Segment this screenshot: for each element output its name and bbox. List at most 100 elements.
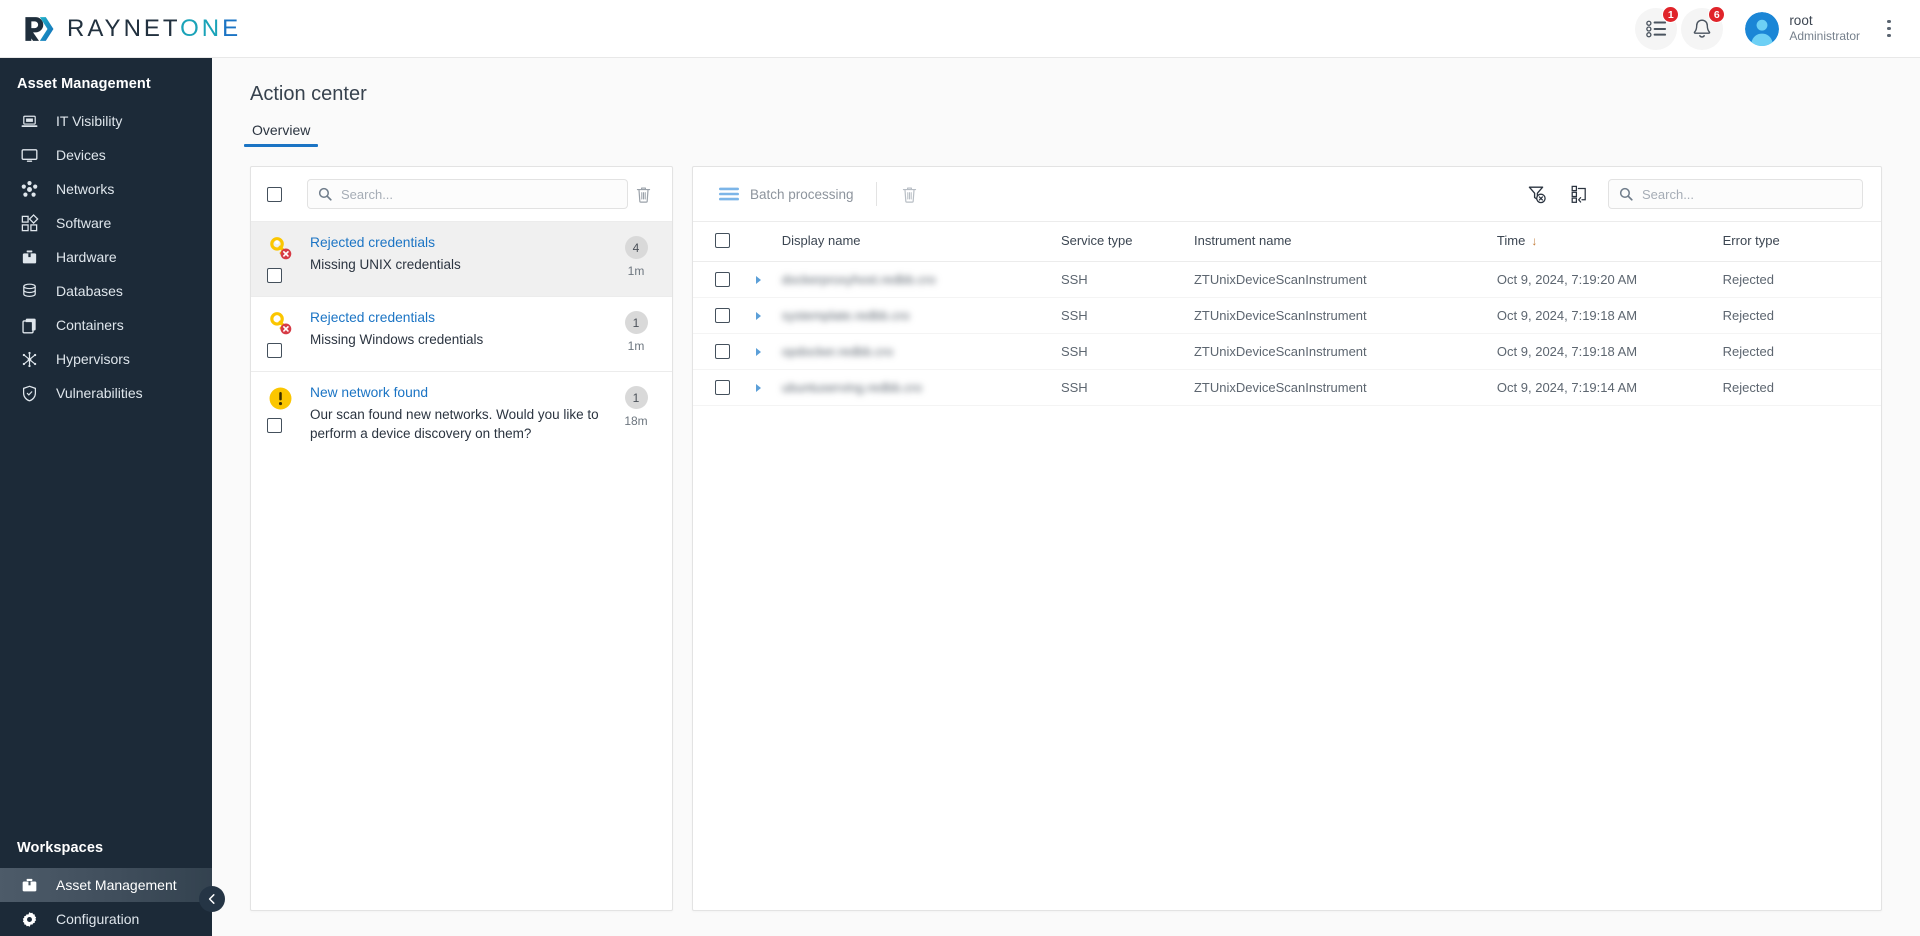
details-delete-button[interactable] <box>895 179 925 209</box>
alert-checkbox[interactable] <box>267 418 282 433</box>
sidebar-item-it-visibility[interactable]: IT Visibility <box>0 104 212 138</box>
alert-left-col <box>267 310 310 358</box>
user-menu[interactable]: root Administrator <box>1745 11 1860 46</box>
alert-item[interactable]: Rejected credentials Missing Windows cre… <box>251 296 672 371</box>
row-select-cell <box>693 261 748 298</box>
alerts-select-all-checkbox[interactable] <box>267 186 282 202</box>
alert-meta: 1 18m <box>614 385 658 428</box>
alert-left-col <box>267 385 310 433</box>
brand-part-2: ON <box>180 14 223 42</box>
details-table: Display name Service type Instrument nam… <box>693 221 1881 406</box>
database-icon <box>20 282 39 301</box>
alert-meta: 1 1m <box>614 310 658 353</box>
row-checkbox[interactable] <box>715 380 730 395</box>
cell-service-type: SSH <box>1052 333 1186 370</box>
brand-logo[interactable]: RAYNETONE <box>18 12 241 46</box>
user-info: root Administrator <box>1789 13 1860 43</box>
row-select-cell <box>693 297 748 334</box>
batch-processing-label: Batch processing <box>750 186 854 202</box>
th-expander <box>747 221 774 262</box>
alert-item[interactable]: Rejected credentials Missing UNIX creden… <box>251 221 672 296</box>
sidebar-item-asset-management[interactable]: Asset Management <box>0 868 212 902</box>
sidebar-item-hardware[interactable]: Hardware <box>0 240 212 274</box>
alerts-search-box[interactable] <box>307 179 628 209</box>
tasks-button[interactable]: 1 <box>1635 5 1680 50</box>
th-error-type[interactable]: Error type <box>1714 221 1881 262</box>
sidebar-item-hypervisors[interactable]: Hypervisors <box>0 342 212 376</box>
th-display-name[interactable]: Display name <box>773 221 1053 262</box>
kebab-menu-icon[interactable] <box>1876 12 1902 46</box>
laptop-icon <box>20 112 39 131</box>
th-service-type[interactable]: Service type <box>1052 221 1186 262</box>
th-instrument-name[interactable]: Instrument name <box>1185 221 1489 262</box>
sidebar-item-label: Asset Management <box>56 877 177 893</box>
alert-title[interactable]: Rejected credentials <box>310 310 606 325</box>
cell-time: Oct 9, 2024, 7:19:18 AM <box>1488 297 1715 334</box>
cell-service-type: SSH <box>1052 369 1186 406</box>
alert-title[interactable]: New network found <box>310 385 606 400</box>
page-title: Action center <box>250 83 367 105</box>
sidebar-item-containers[interactable]: Containers <box>0 308 212 342</box>
alerts-delete-button[interactable] <box>628 179 658 209</box>
alert-time: 18m <box>624 414 648 428</box>
clear-filter-button[interactable] <box>1522 179 1552 209</box>
user-role: Administrator <box>1789 29 1860 44</box>
sidebar-item-configuration[interactable]: Configuration <box>0 902 212 936</box>
sidebar-item-label: IT Visibility <box>56 113 123 129</box>
row-checkbox[interactable] <box>715 308 730 323</box>
sidebar-section-title: Asset Management <box>17 76 151 92</box>
alert-description: Missing UNIX credentials <box>310 257 461 272</box>
sidebar-item-databases[interactable]: Databases <box>0 274 212 308</box>
alert-checkbox[interactable] <box>267 268 282 283</box>
th-time[interactable]: Time ↓ <box>1488 221 1715 262</box>
alerts-search-input[interactable] <box>341 186 617 202</box>
table-row[interactable]: opdocker.redbb.cro SSH ZTUnixDeviceScanI… <box>693 333 1881 370</box>
columns-layout-icon <box>1571 185 1586 203</box>
sidebar-item-networks[interactable]: Networks <box>0 172 212 206</box>
table-row[interactable]: ubuntuserving.redbb.cro SSH ZTUnixDevice… <box>693 369 1881 406</box>
details-search-box[interactable] <box>1608 179 1863 209</box>
alert-count-badge: 1 <box>624 386 648 409</box>
tab-overview[interactable]: Overview <box>243 122 319 147</box>
cell-service-type: SSH <box>1052 297 1186 334</box>
cell-time: Oct 9, 2024, 7:19:18 AM <box>1488 333 1715 370</box>
row-checkbox[interactable] <box>715 272 730 287</box>
table-header-row: Display name Service type Instrument nam… <box>693 221 1881 262</box>
expand-row-icon[interactable] <box>755 348 761 356</box>
key-error-icon <box>267 310 294 337</box>
alert-item[interactable]: New network found Our scan found new net… <box>251 371 672 456</box>
alert-body: New network found Our scan found new net… <box>310 385 614 443</box>
table-select-all-checkbox[interactable] <box>715 233 730 248</box>
expand-row-icon[interactable] <box>755 312 761 320</box>
alert-title[interactable]: Rejected credentials <box>310 235 606 250</box>
cell-instrument-name: ZTUnixDeviceScanInstrument <box>1185 333 1489 370</box>
sidebar-collapse-button[interactable] <box>199 886 225 912</box>
sidebar-item-label: Containers <box>56 317 124 333</box>
sidebar-item-label: Networks <box>56 181 115 197</box>
alert-body: Rejected credentials Missing Windows cre… <box>310 310 614 349</box>
sidebar-item-devices[interactable]: Devices <box>0 138 212 172</box>
body: Asset Management IT Visibility Devices N… <box>0 58 1920 936</box>
details-grid-wrapper: Display name Service type Instrument nam… <box>693 221 1881 910</box>
alert-checkbox[interactable] <box>267 343 282 358</box>
expand-row-icon[interactable] <box>755 276 761 284</box>
row-checkbox[interactable] <box>715 344 730 359</box>
table-row[interactable]: dockerproxyhost.redbb.cro SSH ZTUnixDevi… <box>693 261 1881 298</box>
brand-part-1: RAYNET <box>67 14 181 42</box>
row-select-cell <box>693 369 748 406</box>
th-time-label: Time <box>1496 233 1526 248</box>
columns-layout-button[interactable] <box>1565 179 1595 209</box>
sidebar-item-software[interactable]: Software <box>0 206 212 240</box>
workspaces-title: Workspaces <box>17 840 104 856</box>
batch-processing-button[interactable]: Batch processing <box>715 183 858 206</box>
details-search-input[interactable] <box>1642 186 1852 202</box>
sidebar-item-vulnerabilities[interactable]: Vulnerabilities <box>0 376 212 410</box>
toolbar-divider <box>875 182 877 206</box>
expand-row-icon[interactable] <box>755 384 761 392</box>
table-row[interactable]: systemplate.redbb.cro SSH ZTUnixDeviceSc… <box>693 297 1881 334</box>
row-expander-cell <box>747 261 774 298</box>
row-expander-cell <box>747 369 774 406</box>
notifications-button[interactable]: 6 <box>1681 5 1726 50</box>
gear-icon <box>20 910 39 929</box>
